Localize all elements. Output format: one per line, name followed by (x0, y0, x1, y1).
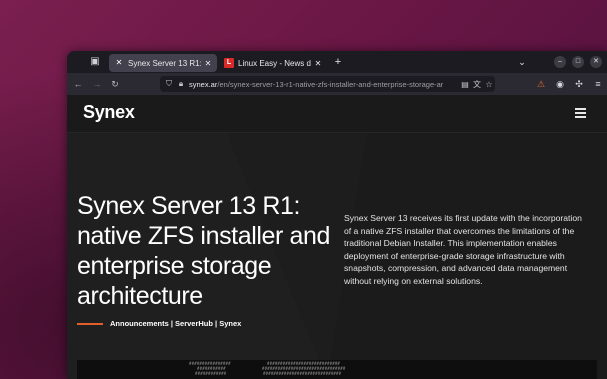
account-icon[interactable]: ◉ (554, 78, 566, 90)
x-icon: ✕ (115, 58, 123, 67)
chevron-down-icon[interactable]: ⌄ (517, 56, 527, 68)
shield-icon[interactable]: ⛉ (164, 79, 174, 89)
star-icon[interactable]: ☆ (483, 80, 495, 89)
article-meta: Announcements | ServerHub | Synex (77, 319, 241, 328)
translate-icon[interactable]: 文 (471, 79, 483, 90)
site-header: Synex (67, 95, 607, 133)
close-window-icon[interactable]: ✕ (590, 56, 602, 68)
browser-window: ▣ ✕ Synex Server 13 R1: nativ ✕ L Linux … (67, 51, 607, 379)
maximize-icon[interactable]: □ (572, 56, 584, 68)
article-image: ################ #######################… (77, 360, 597, 379)
close-tab-icon[interactable]: ✕ (204, 59, 212, 68)
tab-linux-easy[interactable]: L Linux Easy - News da Mon ✕ (219, 54, 327, 72)
url-path: /en/synex-server-13-r1-native-zfs-instal… (217, 79, 444, 89)
article-categories[interactable]: Announcements | ServerHub | Synex (110, 319, 241, 328)
hamburger-icon[interactable]: ≡ (592, 78, 604, 90)
arrow-left-icon[interactable]: ← (72, 78, 84, 90)
article-summary: Synex Server 13 receives its first updat… (344, 213, 582, 286)
navigation-bar: ← → ↻ ⛉ 🔒︎ synex.ar /en/synex-server-13-… (67, 73, 607, 95)
url-host: synex.ar (189, 79, 218, 89)
site-logo[interactable]: Synex (83, 102, 135, 123)
article-title: Synex Server 13 R1: native ZFS installer… (77, 192, 331, 310)
reader-view-icon[interactable]: ▤ (459, 80, 471, 89)
tab-synex[interactable]: ✕ Synex Server 13 R1: nativ ✕ (109, 54, 217, 72)
reload-icon[interactable]: ↻ (109, 78, 121, 90)
plus-icon[interactable]: + (332, 56, 344, 68)
lock-icon[interactable]: 🔒︎ (176, 79, 186, 89)
url-bar[interactable]: ⛉ 🔒︎ synex.ar /en/synex-server-13-r1-nat… (160, 76, 495, 92)
extensions-icon[interactable]: ✣ (573, 78, 585, 90)
minimize-icon[interactable]: – (554, 56, 566, 68)
tab-title: Synex Server 13 R1: nativ (128, 58, 201, 68)
alert-icon[interactable]: ⚠ (535, 78, 547, 90)
tab-title: Linux Easy - News da Mon (238, 58, 311, 68)
site-menu-icon[interactable] (575, 108, 586, 118)
close-tab-icon[interactable]: ✕ (314, 59, 322, 68)
web-page: Synex Synex Server 13 R1: native ZFS ins… (67, 95, 607, 379)
arrow-right-icon[interactable]: → (91, 78, 103, 90)
linuxeasy-icon: L (224, 58, 234, 68)
tab-list-icon[interactable]: ▣ (89, 56, 101, 68)
accent-bar (77, 322, 103, 325)
tab-bar: ▣ ✕ Synex Server 13 R1: nativ ✕ L Linux … (67, 51, 607, 73)
